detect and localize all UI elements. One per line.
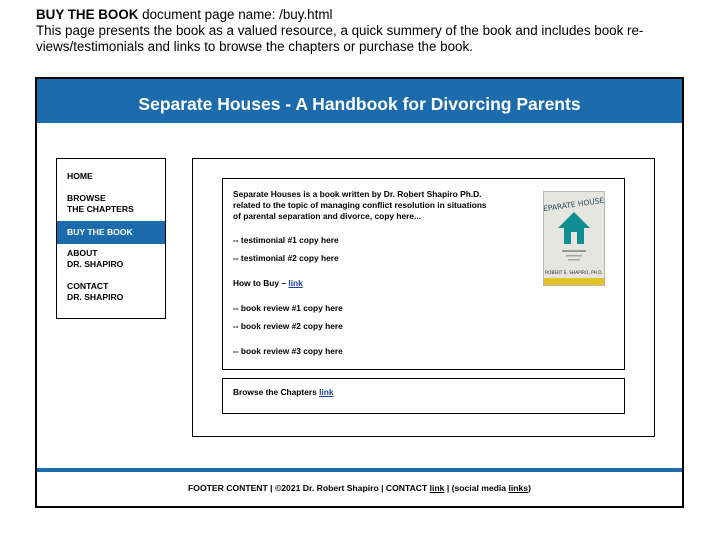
footer-social-links[interactable]: links <box>508 483 528 493</box>
footer-divider <box>37 468 682 472</box>
cover-author: ROBERT E. SHAPIRO, PH.D. <box>545 270 603 276</box>
page-title: BUY THE BOOK <box>36 7 139 22</box>
browse-chapters-label: Browse the Chapters <box>233 387 320 397</box>
wireframe-page: Separate Houses - A Handbook for Divorci… <box>35 77 684 508</box>
nav-home-label: HOME <box>67 171 93 181</box>
book-intro-line-3: of parental separation and divorce, copy… <box>233 211 422 221</box>
nav-item-buy-the-book[interactable]: BUY THE BOOK <box>57 221 165 244</box>
footer-separator: | (social media <box>444 483 509 493</box>
book-review-3: -- book review #3 copy here <box>233 346 343 356</box>
browse-chapters-box: Browse the Chapters link <box>222 378 625 414</box>
browse-chapters: Browse the Chapters link <box>233 387 334 398</box>
footer-contact-link[interactable]: link <box>430 483 445 493</box>
testimonial-1: -- testimonial #1 copy here <box>233 235 339 245</box>
nav-buy-label: BUY THE BOOK <box>67 227 133 237</box>
nav-item-home[interactable]: HOME <box>57 171 165 182</box>
site-title: Separate Houses - A Handbook for Divorci… <box>138 94 581 114</box>
sidebar-nav: HOME BROWSE THE CHAPTERS BUY THE BOOK AB… <box>56 158 166 319</box>
nav-item-about[interactable]: ABOUT DR. SHAPIRO <box>57 248 165 270</box>
book-intro-line-1: Separate Houses is a book written by Dr.… <box>233 189 482 199</box>
page-name: document page name: /buy.html <box>138 7 333 22</box>
buy-link[interactable]: link <box>288 278 302 288</box>
footer: FOOTER CONTENT | ©2021 Dr. Robert Shapir… <box>37 483 682 493</box>
nav-browse-label-1: BROWSE <box>67 193 106 203</box>
main-content-area: Separate Houses is a book written by Dr.… <box>192 158 655 437</box>
nav-about-label-2: DR. SHAPIRO <box>67 259 124 269</box>
page-description-line-2: views/testimonials and links to browse t… <box>36 39 473 54</box>
nav-item-contact[interactable]: CONTACT DR. SHAPIRO <box>57 281 165 303</box>
nav-contact-label-2: DR. SHAPIRO <box>67 292 124 302</box>
book-intro-line-2: related to the topic of managing conflic… <box>233 200 487 210</box>
browse-chapters-link[interactable]: link <box>319 387 333 397</box>
book-info-box: Separate Houses is a book written by Dr.… <box>222 178 625 370</box>
nav-item-browse-chapters[interactable]: BROWSE THE CHAPTERS <box>57 193 165 215</box>
document-header: BUY THE BOOK document page name: /buy.ht… <box>36 7 696 55</box>
how-to-buy-label: How to Buy – <box>233 278 289 288</box>
book-intro: Separate Houses is a book written by Dr.… <box>233 189 487 222</box>
footer-text: FOOTER CONTENT | ©2021 Dr. Robert Shapir… <box>188 483 430 493</box>
site-banner: Separate Houses - A Handbook for Divorci… <box>37 79 682 123</box>
book-review-1: -- book review #1 copy here <box>233 303 343 313</box>
page-description-title: BUY THE BOOK document page name: /buy.ht… <box>36 7 696 23</box>
book-review-2: -- book review #2 copy here <box>233 321 343 331</box>
how-to-buy: How to Buy – link <box>233 278 303 289</box>
footer-close-paren: ) <box>528 483 531 493</box>
nav-contact-label-1: CONTACT <box>67 281 109 291</box>
nav-browse-label-2: THE CHAPTERS <box>67 204 134 214</box>
page-description-line-1: This page presents the book as a valued … <box>36 23 644 38</box>
testimonial-2: -- testimonial #2 copy here <box>233 253 339 263</box>
nav-about-label-1: ABOUT <box>67 248 98 258</box>
book-cover-image: SEPARATE HOUSES ROBERT E. SHAPIRO, PH.D. <box>543 191 605 286</box>
book-cover-art: SEPARATE HOUSES ROBERT E. SHAPIRO, PH.D. <box>544 192 604 285</box>
